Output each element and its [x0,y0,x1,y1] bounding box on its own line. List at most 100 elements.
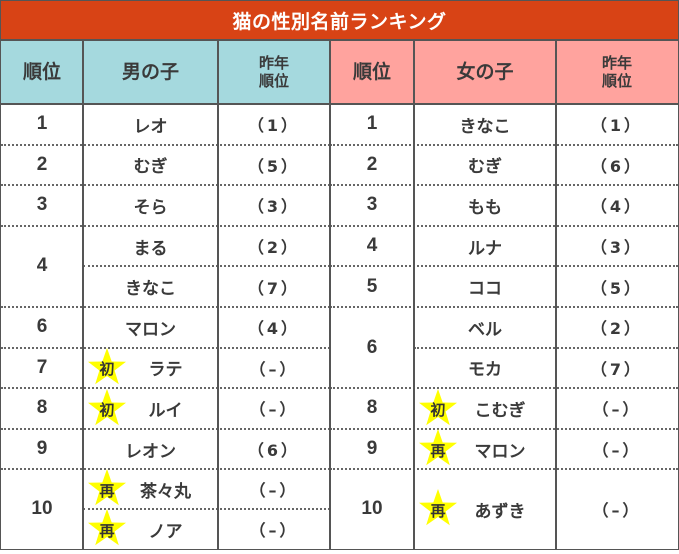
badge-label: 初 [99,360,115,379]
boys-name-cell: そら [83,185,218,226]
reentry-star-icon: 再 [419,428,457,468]
boys-name-cell: マロン [83,307,218,348]
girls-rank-cell: 8 [366,397,378,419]
boys-prev-rank-cell: （–） [249,481,299,501]
cat-name: ノア [148,521,183,542]
girls-name-cell: ベル [414,307,556,348]
cat-name: ベル [468,319,502,340]
badge-label: 再 [99,521,115,540]
cat-name: むぎ [133,157,168,178]
boys-name-cell: レオン [83,429,218,470]
boys-prev-rank-cell: （–） [249,359,299,379]
cat-name: もも [468,197,502,218]
boys-prev-rank-cell: （5） [247,156,301,176]
boys-rank-cell: 7 [36,356,48,378]
cat-name: ココ [468,279,502,300]
badge-label: 再 [99,481,115,500]
girls-name-cell: ココ [414,266,556,307]
ranking-table: 猫の性別名前ランキング 順位 男の子 昨年 順位 1 レオ （1） 2 むぎ （5） 3 そら （3）… [0,0,679,550]
girls-name-cell: きなこ [414,104,556,145]
badge-label: 初 [430,401,446,419]
boys-rank-cell: 6 [36,316,48,338]
boys-prev-rank-cell: （–） [249,521,299,541]
boys-rank-cell: 4 [36,255,48,277]
girls-prev-rank-cell: （–） [592,441,642,461]
row-divider [83,508,330,511]
cat-name: レオン [125,441,176,462]
column-divider [555,41,557,549]
boys-rank-cell: 3 [36,194,48,216]
girls-rank-cell: 1 [366,113,378,135]
girls-rank-cell: 5 [366,275,378,297]
boys-prev-rank-cell: （2） [247,238,301,258]
boys-prev-rank-cell: （4） [247,319,301,339]
boys-header-name: 男の子 [83,41,218,104]
cat-name: ルイ [148,400,183,421]
reentry-star-icon: 再 [88,468,126,508]
cat-name: きなこ [125,279,176,300]
table-divider [329,41,331,549]
cat-name: むぎ [468,157,502,178]
table-title: 猫の性別名前ランキング [1,1,678,41]
new-entry-star-icon: 初 [88,388,126,428]
boys-rank-cell: 1 [36,113,48,135]
girls-rank-cell: 4 [366,235,378,257]
girls-rank-cell: 9 [366,438,378,460]
row-divider [414,346,678,349]
girls-name-cell: もも [414,185,556,226]
girls-header-rank: 順位 [330,41,414,104]
new-entry-star-icon: 初 [419,388,457,428]
girls-prev-rank-cell: （1） [590,116,644,136]
girls-prev-rank-cell: （4） [590,197,644,217]
boys-rank-cell: 2 [36,153,48,175]
cat-name: マロン [125,319,176,340]
boys-prev-rank-cell: （6） [247,441,301,461]
new-entry-star-icon: 初 [88,347,126,387]
column-divider [217,41,219,549]
badge-label: 初 [99,401,115,419]
girls-name-cell: モカ [414,348,556,389]
cat-name: マロン [474,441,526,462]
badge-label: 再 [430,501,446,520]
boys-prev-rank-cell: （1） [247,116,301,136]
boys-name-cell: レオ [83,104,218,145]
boys-header-rank: 順位 [1,41,83,104]
girls-prev-rank-cell: （7） [590,359,644,379]
girls-prev-rank-cell: （3） [590,238,644,258]
girls-prev-rank-cell: （6） [590,156,644,176]
cat-name: 茶々丸 [140,481,191,502]
girls-prev-rank-cell: （2） [590,319,644,339]
boys-name-cell: きなこ [83,266,218,307]
cat-name: レオ [133,116,168,137]
cat-name: こむぎ [474,400,526,421]
cat-name: そら [133,197,168,218]
cat-name: ルナ [468,238,502,259]
reentry-star-icon: 再 [419,488,457,528]
boys-name-cell: まる [83,226,218,267]
girls-name-cell: ルナ [414,226,556,267]
boys-rank-cell: 8 [36,397,48,419]
cat-name: ラテ [148,360,183,381]
boys-prev-rank-cell: （–） [249,400,299,420]
boys-header-prev: 昨年 順位 [218,41,330,104]
boys-rank-cell: 9 [36,438,48,460]
girls-prev-rank-cell: （–） [592,501,642,521]
girls-header-name: 女の子 [414,41,556,104]
cat-name: きなこ [459,116,511,137]
girls-header-prev: 昨年 順位 [556,41,678,104]
column-divider [82,41,84,549]
column-divider [413,41,415,549]
cat-name: まる [133,238,168,259]
badge-label: 再 [430,441,446,460]
boys-rank-cell: 10 [31,498,53,520]
girls-name-cell: むぎ [414,145,556,186]
girls-prev-rank-cell: （–） [592,400,642,420]
girls-rank-cell: 2 [366,153,378,175]
boys-name-cell: むぎ [83,145,218,186]
row-divider [83,265,330,268]
boys-prev-rank-cell: （3） [247,197,301,217]
cat-name: モカ [468,360,502,381]
reentry-star-icon: 再 [88,508,126,548]
girls-rank-cell: 10 [361,498,383,520]
girls-rank-cell: 6 [366,336,378,358]
